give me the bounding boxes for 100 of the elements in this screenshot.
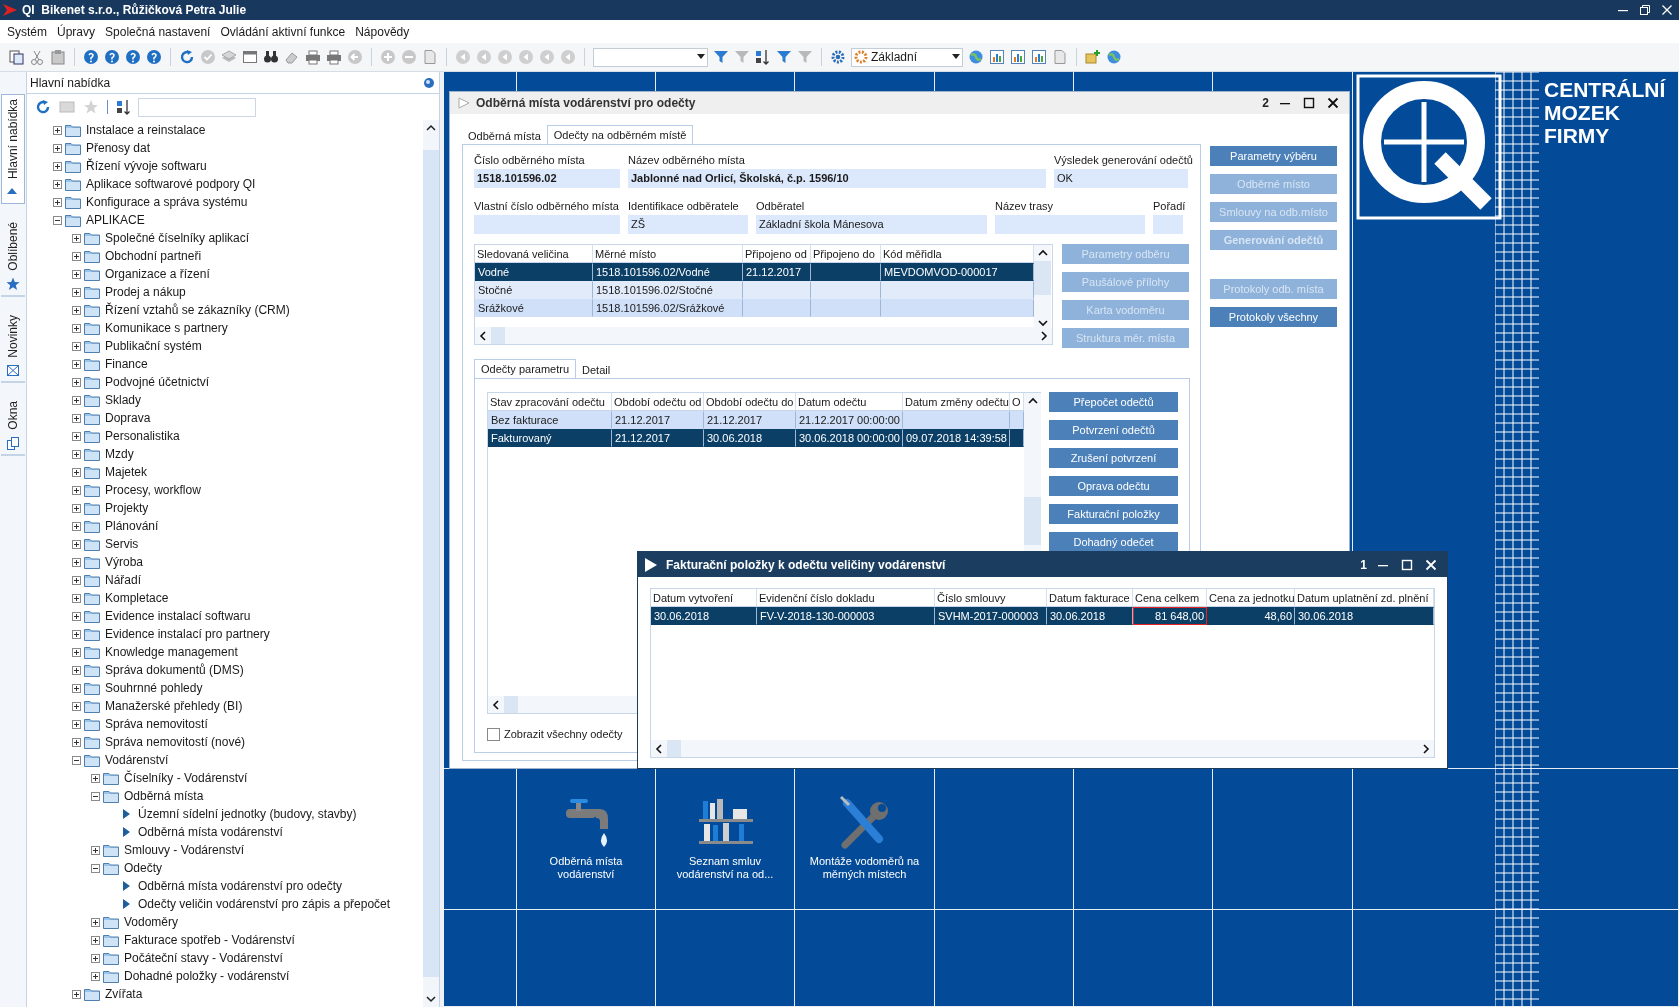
tree-item[interactable]: Manažerské přehledy (BI)	[105, 697, 243, 715]
tree-item[interactable]: Knowledge management	[105, 643, 238, 661]
button[interactable]: Parametry výběru	[1210, 146, 1337, 166]
tree-item[interactable]: Fakturace spotřeb - Vodárenství	[124, 931, 295, 949]
tree-item[interactable]: Zvířata	[105, 985, 143, 1003]
tree-item[interactable]: Projekty	[105, 499, 149, 517]
tree-item[interactable]: Společné číselníky aplikací	[105, 229, 250, 247]
input-field[interactable]: Základní škola Mánesova	[756, 215, 987, 234]
table-row[interactable]: Fakturovaný 21.12.2017 30.06.2018 30.06.2018 00:00:00 09.07.2018 14:39:58	[488, 429, 1024, 447]
button[interactable]: Přepočet odečtů	[1049, 392, 1178, 412]
tree-item[interactable]: Majetek	[105, 463, 148, 481]
button[interactable]: Zrušení potvrzení	[1049, 448, 1178, 468]
tree-item[interactable]: Prodej a nákup	[105, 283, 186, 301]
checkbox-label[interactable]: Zobrazit všechny odečty	[504, 726, 623, 743]
column-header[interactable]: Datum vytvoření	[651, 589, 757, 606]
tree-item[interactable]: APLIKACE	[86, 211, 145, 229]
tree-item[interactable]: Smlouvy - Vodárenství	[124, 841, 245, 859]
tree-item[interactable]: Evidence instalací pro partnery	[105, 625, 270, 643]
tree-item[interactable]: Odběrná místa vodárenství pro odečty	[138, 877, 343, 895]
input-field[interactable]: OK	[1054, 169, 1188, 188]
tree-item[interactable]: Procesy, workflow	[105, 481, 201, 499]
menu-item[interactable]: Ovládání aktivní funkce	[215, 22, 351, 41]
button[interactable]: Protokoly všechny	[1210, 307, 1337, 327]
tree-item[interactable]: Vodárenství	[105, 751, 169, 769]
tree-item[interactable]: Odběrná místa	[124, 787, 204, 805]
tree-item[interactable]: Odečty veličin vodárenství pro zápis a přepočet	[138, 895, 391, 913]
column-header[interactable]: Datum změny odečtu	[903, 393, 1010, 410]
button[interactable]: Dohadný odečet	[1049, 532, 1178, 552]
tree-item[interactable]: Aplikace softwarové podpory QI	[86, 175, 256, 193]
tree-item[interactable]: Počáteční stavy - Vodárenství	[124, 949, 283, 967]
tree-item[interactable]: Obchodní partneři	[105, 247, 202, 265]
tree-item[interactable]: Dohadné položky - vodárenství	[124, 967, 290, 985]
tree-item[interactable]: Řízení vztahů se zákazníky (CRM)	[105, 301, 290, 319]
tab[interactable]: Odečty na odběrném místě	[546, 125, 694, 144]
tree-item[interactable]: Evidence instalací softwaru	[105, 607, 251, 625]
tree-item[interactable]: Instalace a reinstalace	[86, 121, 206, 139]
tree-item[interactable]: Číselníky - Vodárenství	[124, 769, 248, 787]
tree-item[interactable]: Přenosy dat	[86, 139, 151, 157]
tree-item[interactable]: Publikační systém	[105, 337, 202, 355]
table-row[interactable]: Srážkové 1518.101596.02/Srážkové	[475, 299, 1034, 317]
tree-item[interactable]: Servis	[105, 535, 139, 553]
tree-item[interactable]: Správa nemovitostí	[105, 715, 208, 733]
table-row[interactable]: 30.06.2018 FV-V-2018-130-000003 SVHM-2017-000003 30.06.2018 81 648,00 48,60 30.06.2018	[651, 607, 1434, 625]
tree-item[interactable]: Konfigurace a správa systému	[86, 193, 248, 211]
button[interactable]: Potvrzení odečtů	[1049, 420, 1178, 440]
side-tab[interactable]: Novinky	[1, 310, 25, 384]
tree-item[interactable]: Správa nemovitostí (nové)	[105, 733, 246, 751]
tree-item[interactable]: Mzdy	[105, 445, 134, 463]
column-header[interactable]: Cena celkem	[1133, 589, 1207, 606]
input-field[interactable]: Jablonné nad Orlicí, Školská, č.p. 1596/10	[628, 169, 1046, 188]
button[interactable]: Oprava odečtu	[1049, 476, 1178, 496]
tree-item[interactable]: Personalistika	[105, 427, 180, 445]
column-header[interactable]: Připojeno od	[743, 245, 811, 262]
input-field[interactable]: ZŠ	[628, 215, 748, 234]
tab[interactable]: Detail	[576, 361, 617, 378]
menu-item[interactable]: Nápovědy	[350, 22, 415, 41]
tab[interactable]: Odečty parametru	[474, 359, 577, 378]
side-tab[interactable]: Oblíbené	[1, 218, 25, 297]
column-header[interactable]: Cena za jednotku	[1207, 589, 1295, 606]
column-header[interactable]: Období odečtu do	[704, 393, 796, 410]
tree-item[interactable]: Odběrná místa vodárenství	[138, 823, 283, 841]
column-header[interactable]: Měrné místo	[593, 245, 743, 262]
column-header[interactable]: Stav zpracování odečtu	[488, 393, 612, 410]
tree-item[interactable]: Komunikace s partnery	[105, 319, 228, 337]
tree-item[interactable]: Odečty	[124, 859, 162, 877]
menu-item[interactable]: Úpravy	[52, 22, 101, 41]
view-dropdown[interactable]: Základní	[851, 47, 963, 67]
side-tab[interactable]: Hlavní nabídka	[1, 94, 25, 205]
side-tab[interactable]: Okna	[1, 397, 25, 457]
menu-item[interactable]: Společná nastavení	[100, 22, 216, 41]
tree-item[interactable]: Řízení vývoje softwaru	[86, 157, 207, 175]
menu-item[interactable]: Systém	[2, 22, 52, 41]
column-header[interactable]: Číslo smlouvy	[935, 589, 1047, 606]
column-header[interactable]: Datum odečtu	[796, 393, 903, 410]
tree-item[interactable]: Výroba	[105, 553, 144, 571]
tree-item[interactable]: Správa dokumentů (DMS)	[105, 661, 244, 679]
tree-item[interactable]: Kompletace	[105, 589, 169, 607]
column-header[interactable]: Datum fakturace	[1047, 589, 1133, 606]
column-header[interactable]: Období odečtu od	[612, 393, 704, 410]
table-row[interactable]: Stočné 1518.101596.02/Stočné	[475, 281, 1034, 299]
button[interactable]: Fakturační položky	[1049, 504, 1178, 524]
input-field[interactable]: 1518.101596.02	[474, 169, 620, 188]
tree-item[interactable]: Vodoměry	[124, 913, 179, 931]
tree-item[interactable]: Finance	[105, 355, 148, 373]
table-row[interactable]: Vodné 1518.101596.02/Vodné 21.12.2017 MEVDOMVOD-000017	[475, 263, 1034, 281]
tree-item[interactable]: Podvojné účetnictví	[105, 373, 210, 391]
tree-item[interactable]: Souhrnné pohledy	[105, 679, 203, 697]
table-row[interactable]: Bez fakturace 21.12.2017 21.12.2017 21.12.2017 00:00:00	[488, 411, 1024, 429]
column-header[interactable]: Sledovaná veličina	[475, 245, 593, 262]
tab[interactable]: Odběrná místa	[462, 127, 547, 144]
tree-item[interactable]: Plánování	[105, 517, 159, 535]
tree-item[interactable]: Organizace a řízení	[105, 265, 210, 283]
shortcut-tile[interactable]: Seznam smluv vodárenství na od...	[656, 769, 795, 910]
column-header[interactable]: Připojeno do	[811, 245, 881, 262]
column-header[interactable]: Evidenční číslo dokladu	[757, 589, 935, 606]
tree-item[interactable]: Územní sídelní jednotky (budovy, stavby)	[138, 805, 357, 823]
tree-item[interactable]: Doprava	[105, 409, 151, 427]
tree-item[interactable]: Nářadí	[105, 571, 142, 589]
column-header[interactable]: Datum uplatnění zd. plnění	[1295, 589, 1434, 606]
tree-item[interactable]: Sklady	[105, 391, 142, 409]
